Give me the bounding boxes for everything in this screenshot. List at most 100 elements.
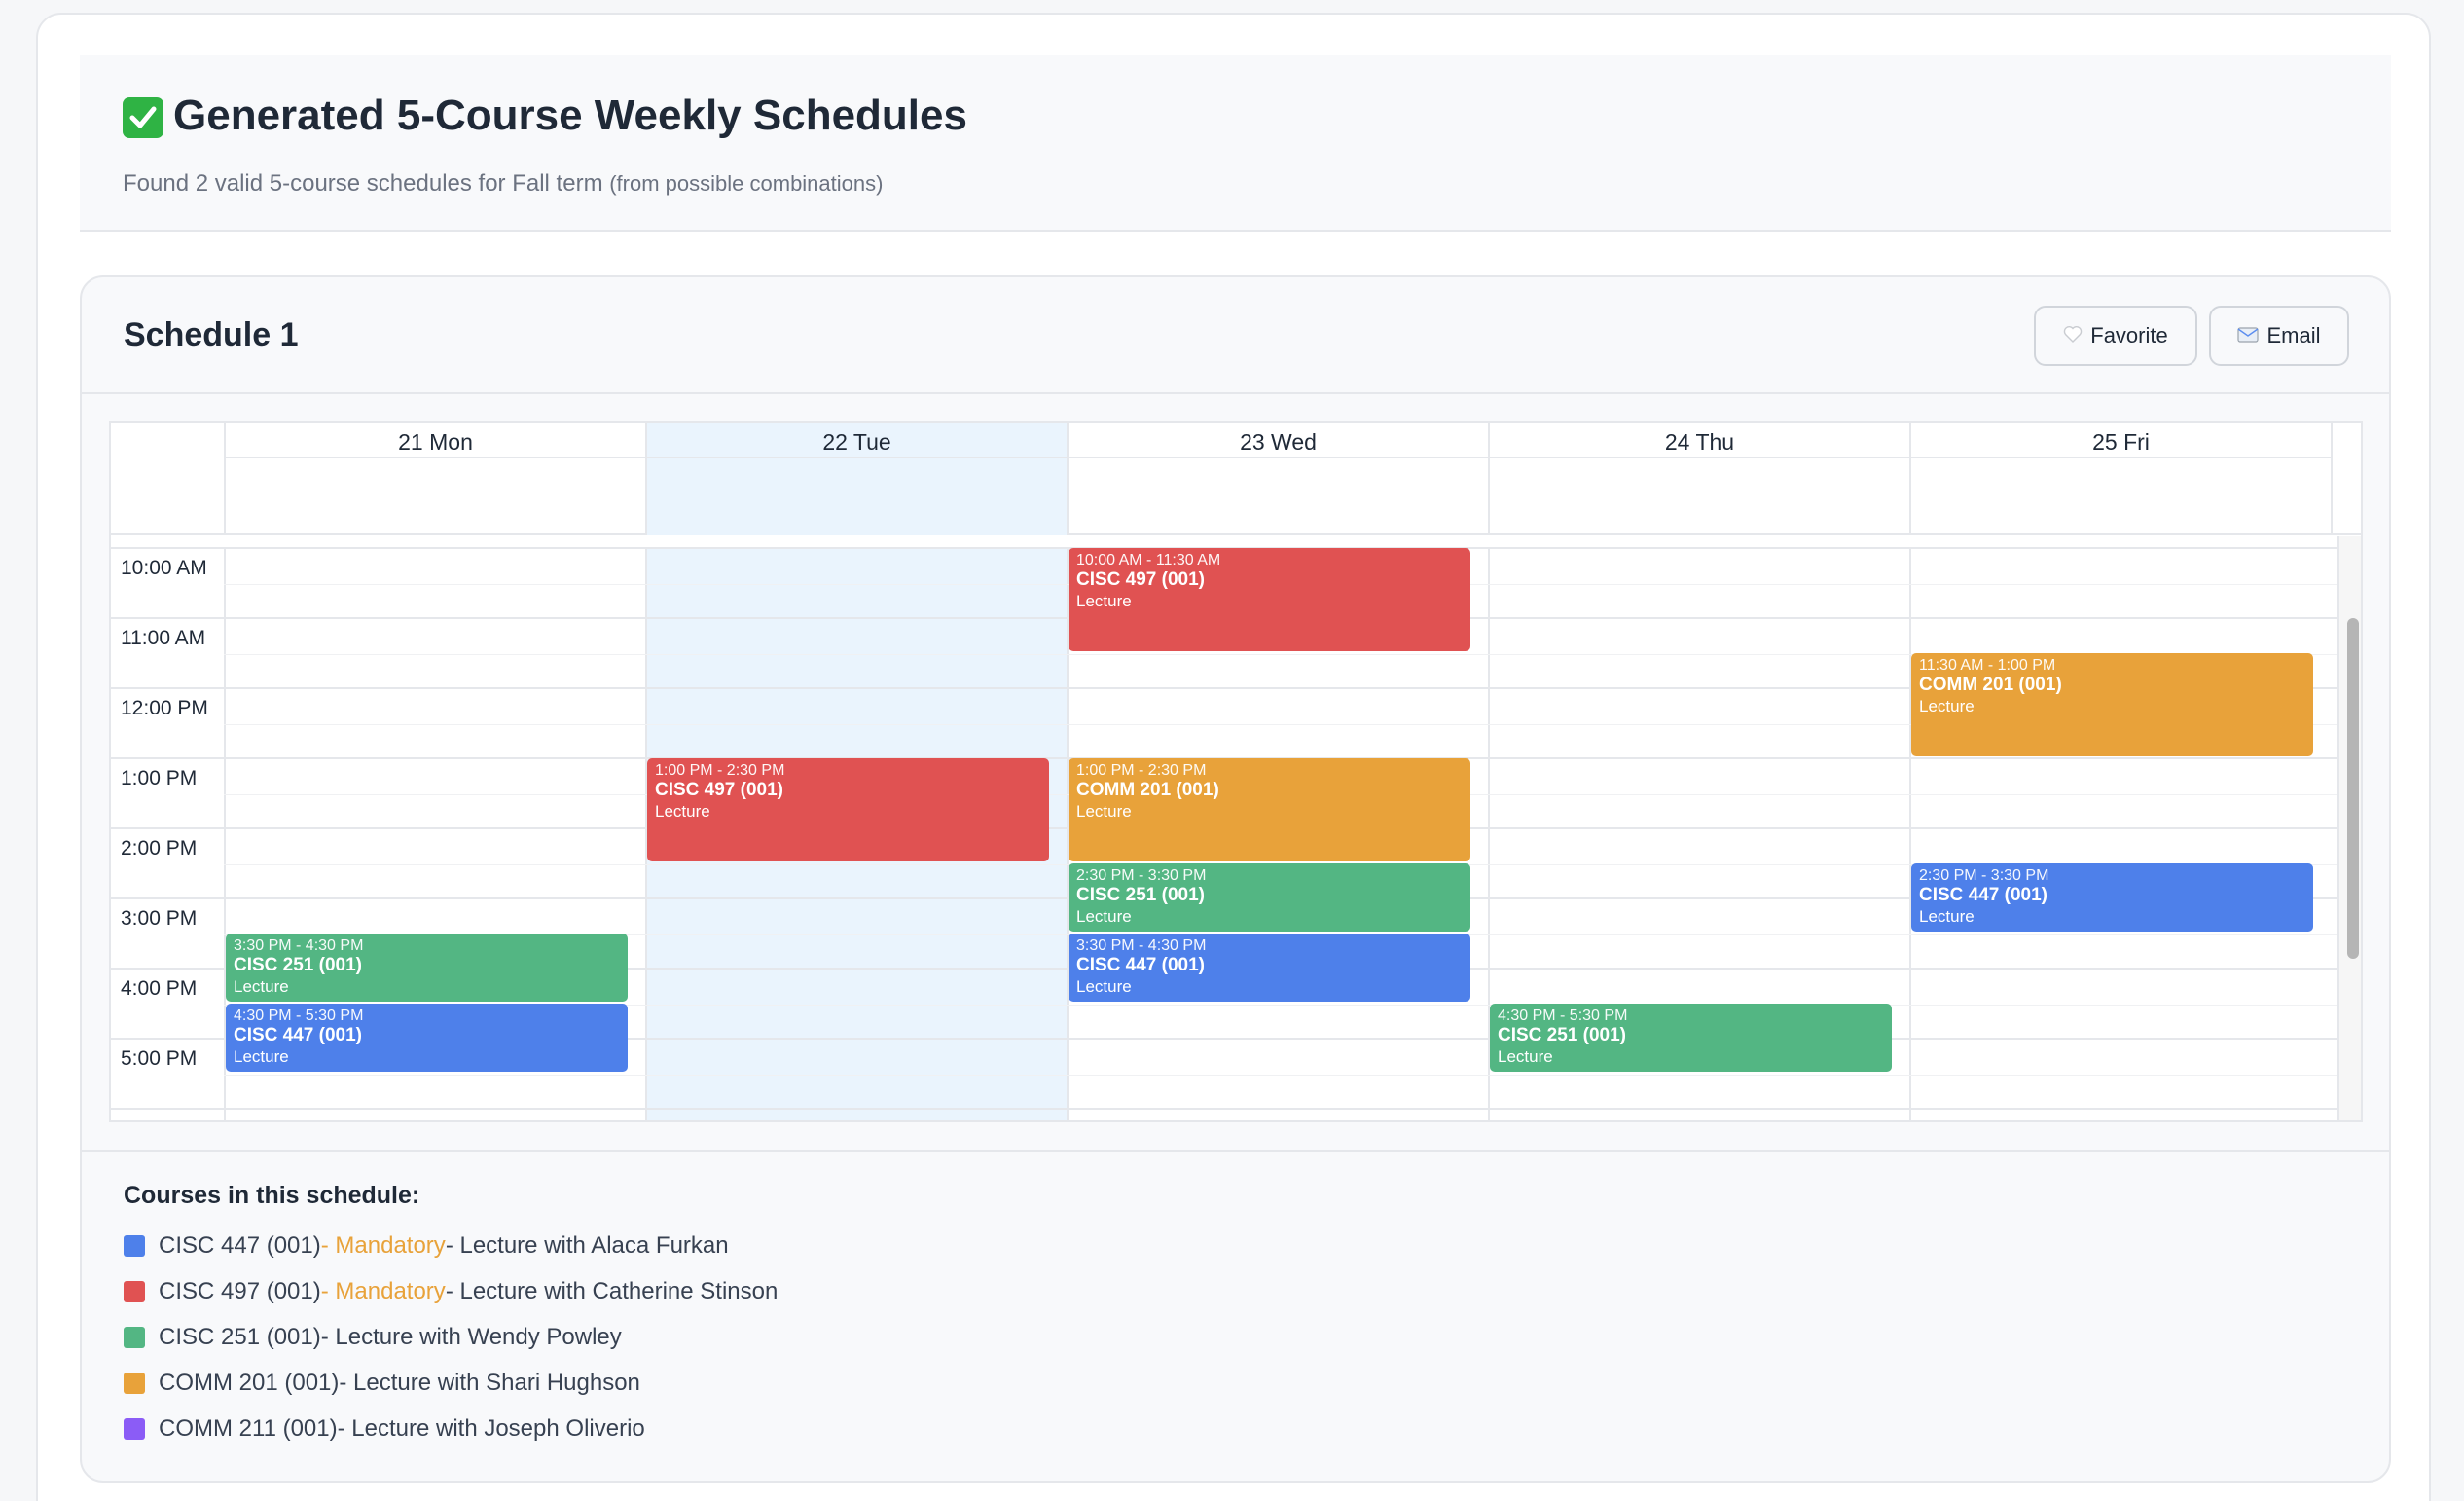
event-course: CISC 251 (001) (1076, 885, 1206, 905)
event-type: Lecture (1076, 592, 1132, 610)
event-course: CISC 497 (001) (1076, 569, 1206, 590)
schedule-title: Schedule 1 (124, 316, 299, 353)
course-list-item: CISC 447 (001) - Mandatory - Lecture wit… (124, 1231, 729, 1261)
event-type: Lecture (1076, 907, 1132, 926)
course-color-swatch (124, 1418, 145, 1440)
event-course: CISC 447 (001) (1919, 885, 2048, 905)
scrollbar-thumb[interactable] (2347, 618, 2359, 959)
time-label: 5:00 PM (121, 1047, 198, 1070)
event-block[interactable]: 4:30 PM - 5:30 PM CISC 447 (001) Lecture (226, 1004, 628, 1072)
event-time: 3:30 PM - 4:30 PM (1076, 937, 1207, 954)
all-day-divider (647, 457, 1067, 458)
event-type: Lecture (1498, 1047, 1553, 1066)
course-color-swatch (124, 1281, 145, 1302)
event-block[interactable]: 2:30 PM - 3:30 PM CISC 251 (001) Lecture (1069, 863, 1470, 932)
event-type: Lecture (1919, 697, 1975, 715)
results-summary: Found 2 valid 5-course schedules for Fal… (123, 170, 883, 198)
calendar-time-grid[interactable]: 10:00 AM 11:00 AM 12:00 PM 1:00 PM 2:00 PM 3:… (111, 547, 2337, 1120)
favorite-label: Favorite (2090, 323, 2168, 348)
course-description: - Lecture with Alaca Furkan (445, 1232, 729, 1259)
all-day-divider (1490, 457, 1909, 458)
day-label: 23 Wed (1240, 429, 1317, 455)
course-list-item: COMM 211 (001) - Lecture with Joseph Oli… (124, 1414, 645, 1444)
time-label: 2:00 PM (121, 837, 198, 860)
event-course: COMM 201 (001) (1919, 675, 2062, 695)
all-day-divider (1069, 457, 1488, 458)
page-title: Generated 5-Course Weekly Schedules (173, 92, 967, 139)
event-type: Lecture (234, 977, 289, 996)
day-label: 22 Tue (822, 429, 891, 455)
event-type: Lecture (1919, 907, 1975, 926)
email-button[interactable]: Email (2209, 306, 2349, 366)
courses-heading: Courses in this schedule: (124, 1182, 420, 1209)
event-type: Lecture (1076, 802, 1132, 821)
calendar-scrollbar[interactable] (2337, 536, 2361, 1120)
time-label: 4:00 PM (121, 977, 198, 1000)
hour-row: 6:00 PM (111, 1108, 2337, 1120)
half-hour-line (224, 1075, 2337, 1076)
summary-text: Found 2 valid 5-course schedules for Fal… (123, 170, 603, 197)
course-color-swatch (124, 1235, 145, 1257)
check-box-icon (123, 97, 163, 138)
time-label: 3:00 PM (121, 907, 198, 930)
event-course: CISC 447 (001) (234, 1025, 363, 1045)
event-course: CISC 251 (001) (1498, 1025, 1627, 1045)
event-time: 10:00 AM - 11:30 AM (1076, 552, 1221, 568)
course-color-swatch (124, 1327, 145, 1348)
course-list-item: COMM 201 (001) - Lecture with Shari Hugh… (124, 1369, 640, 1398)
event-course: CISC 497 (001) (655, 780, 784, 800)
day-header-end (2331, 423, 2333, 535)
heart-icon (2063, 323, 2083, 348)
event-course: CISC 447 (001) (1076, 955, 1206, 975)
course-list-item: CISC 497 (001) - Mandatory - Lecture wit… (124, 1277, 778, 1306)
event-block[interactable]: 2:30 PM - 3:30 PM CISC 447 (001) Lecture (1911, 863, 2313, 932)
all-day-divider (226, 457, 645, 458)
time-label: 1:00 PM (121, 767, 198, 789)
course-description: - Lecture with Joseph Oliverio (337, 1415, 645, 1442)
day-label: 25 Fri (2092, 429, 2150, 455)
schedule-header: Schedule 1 Favorite Email (82, 277, 2389, 394)
event-time: 1:00 PM - 2:30 PM (655, 762, 785, 779)
course-code: COMM 201 (001) (159, 1370, 340, 1396)
time-label: 12:00 PM (121, 697, 208, 719)
day-label: 24 Thu (1664, 429, 1735, 455)
schedule-card: Schedule 1 Favorite Email 21 Mon 22 Tue 23… (80, 275, 2391, 1483)
day-header-4: 24 Thu (1488, 423, 1909, 535)
envelope-icon (2237, 323, 2260, 348)
event-time: 4:30 PM - 5:30 PM (1498, 1007, 1628, 1024)
event-course: CISC 251 (001) (234, 955, 363, 975)
event-block[interactable]: 1:00 PM - 2:30 PM CISC 497 (001) Lecture (647, 758, 1049, 861)
course-code: CISC 251 (001) (159, 1324, 321, 1350)
course-description: - Lecture with Shari Hughson (339, 1370, 640, 1396)
event-time: 2:30 PM - 3:30 PM (1076, 867, 1207, 884)
course-list-item: CISC 251 (001) - Lecture with Wendy Powl… (124, 1323, 622, 1352)
course-code: CISC 447 (001) (159, 1232, 321, 1259)
event-block[interactable]: 10:00 AM - 11:30 AM CISC 497 (001) Lecture (1069, 548, 1470, 651)
event-course: COMM 201 (001) (1076, 780, 1219, 800)
event-time: 2:30 PM - 3:30 PM (1919, 867, 2049, 884)
week-calendar: 21 Mon 22 Tue 23 Wed 24 Thu 25 Fri 10:00 AM 1… (109, 421, 2363, 1122)
event-block[interactable]: 3:30 PM - 4:30 PM CISC 251 (001) Lecture (226, 934, 628, 1002)
calendar-day-header: 21 Mon 22 Tue 23 Wed 24 Thu 25 Fri (111, 423, 2361, 535)
time-label: 6:00 PM (121, 1117, 197, 1120)
day-header-5: 25 Fri (1909, 423, 2331, 535)
event-block[interactable]: 1:00 PM - 2:30 PM COMM 201 (001) Lecture (1069, 758, 1470, 861)
event-block[interactable]: 4:30 PM - 5:30 PM CISC 251 (001) Lecture (1490, 1004, 1892, 1072)
event-type: Lecture (234, 1047, 289, 1066)
time-label: 10:00 AM (121, 557, 207, 579)
event-time: 3:30 PM - 4:30 PM (234, 937, 364, 954)
course-description: - Lecture with Wendy Powley (320, 1324, 622, 1350)
event-type: Lecture (1076, 977, 1132, 996)
course-code: COMM 211 (001) (159, 1415, 338, 1442)
event-block[interactable]: 3:30 PM - 4:30 PM CISC 447 (001) Lecture (1069, 934, 1470, 1002)
favorite-button[interactable]: Favorite (2034, 306, 2197, 366)
courses-list: Courses in this schedule: CISC 447 (001)… (82, 1150, 2389, 1481)
event-time: 4:30 PM - 5:30 PM (234, 1007, 364, 1024)
results-header: Generated 5-Course Weekly Schedules Foun… (80, 55, 2391, 232)
event-block[interactable]: 11:30 AM - 1:00 PM COMM 201 (001) Lecture (1911, 653, 2313, 756)
time-label: 11:00 AM (121, 627, 206, 649)
email-label: Email (2266, 323, 2321, 348)
day-header-2: 22 Tue (645, 423, 1067, 535)
mandatory-tag: - Mandatory (320, 1232, 446, 1259)
day-header-1: 21 Mon (224, 423, 645, 535)
